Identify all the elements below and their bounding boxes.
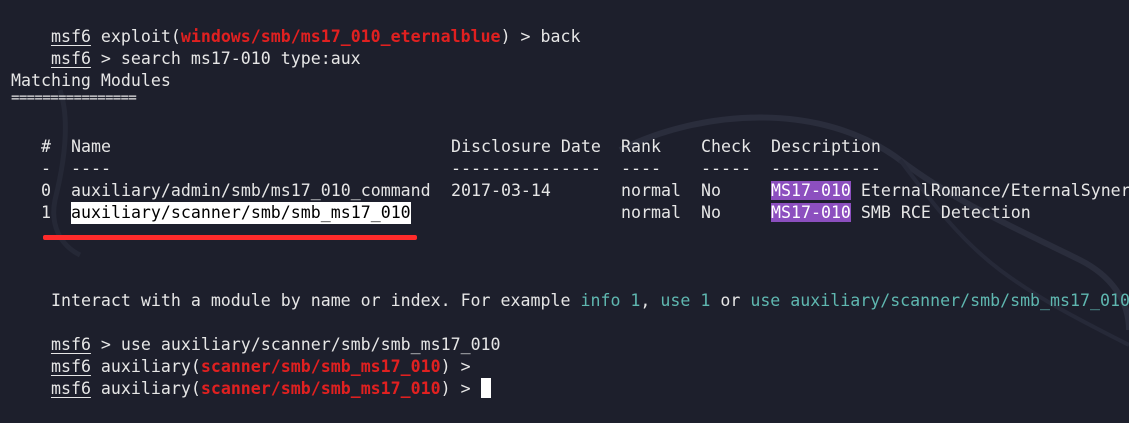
line-text: , <box>640 291 661 310</box>
rule-check: ----- <box>701 159 751 178</box>
terminal-line-use: msf6 > use auxiliary/scanner/smb/smb_ms1… <box>11 312 501 354</box>
prompt-name: msf6 <box>50 379 91 398</box>
header-rank: Rank <box>621 137 661 156</box>
row-desc-text: SMB RCE Detection <box>850 203 1031 222</box>
rule-rank: ---- <box>621 159 661 178</box>
row-check: No <box>701 203 721 222</box>
row-desc: MS17-010 SMB RCE Detection <box>771 202 1031 224</box>
rule-num: - <box>41 159 51 178</box>
example-use-index: use 1 <box>660 291 711 310</box>
matching-modules-underline: ================ <box>11 90 137 106</box>
rule-date: --------------- <box>451 159 601 178</box>
row-name: auxiliary/admin/smb/ms17_010_command <box>71 181 431 200</box>
module-path: scanner/smb/smb_ms17_010 <box>200 379 441 398</box>
red-annotation-underline <box>43 235 417 240</box>
row-desc-text: EternalRomance/EternalSyner <box>850 181 1129 200</box>
rule-desc: ----------- <box>771 159 881 178</box>
row-check: No <box>701 181 721 200</box>
terminal-line-exploit-back: msf6 exploit(windows/smb/ms17_010_eterna… <box>11 4 581 46</box>
header-desc: Description <box>771 137 881 156</box>
line-text: auxiliary( <box>90 379 201 398</box>
row-name-selected[interactable]: auxiliary/scanner/smb/smb_ms17_010 <box>71 202 411 224</box>
line-text: ) > back <box>500 27 581 46</box>
line-text: or <box>710 291 751 310</box>
header-date: Disclosure Date <box>451 137 601 156</box>
cve-highlight: MS17-010 <box>771 203 851 222</box>
example-use-path: use auxiliary/scanner/smb/smb_ms17_010 <box>750 291 1129 310</box>
row-date: 2017-03-14 <box>451 181 551 200</box>
row-rank: normal <box>621 181 681 200</box>
rule-name: ---- <box>71 159 111 178</box>
terminal-window[interactable]: msf6 exploit(windows/smb/ms17_010_eterna… <box>0 0 1129 423</box>
header-check: Check <box>701 137 751 156</box>
line-text: > search ms17-010 type:aux <box>90 49 361 68</box>
terminal-line-interact-hint: Interact with a module by name or index.… <box>11 268 1129 310</box>
row-desc: MS17-010 EternalRomance/EternalSyner <box>771 180 1129 202</box>
line-text: Interact with a module by name or index.… <box>50 291 581 310</box>
row-num: 1 <box>41 203 51 222</box>
header-num: # <box>41 137 51 156</box>
row-rank: normal <box>621 203 681 222</box>
prompt-name: msf6 <box>50 49 91 68</box>
header-name: Name <box>71 137 111 156</box>
cve-highlight: MS17-010 <box>771 181 851 200</box>
terminal-line-search: msf6 > search ms17-010 type:aux <box>11 26 361 68</box>
terminal-line-aux-prompt: msf6 auxiliary(scanner/smb/smb_ms17_010)… <box>11 334 471 376</box>
line-text: ) > <box>440 379 481 398</box>
terminal-line-aux-prompt-active[interactable]: msf6 auxiliary(scanner/smb/smb_ms17_010)… <box>11 356 491 398</box>
row-num: 0 <box>41 181 51 200</box>
example-info: info 1 <box>580 291 641 310</box>
text-cursor[interactable] <box>480 378 491 398</box>
